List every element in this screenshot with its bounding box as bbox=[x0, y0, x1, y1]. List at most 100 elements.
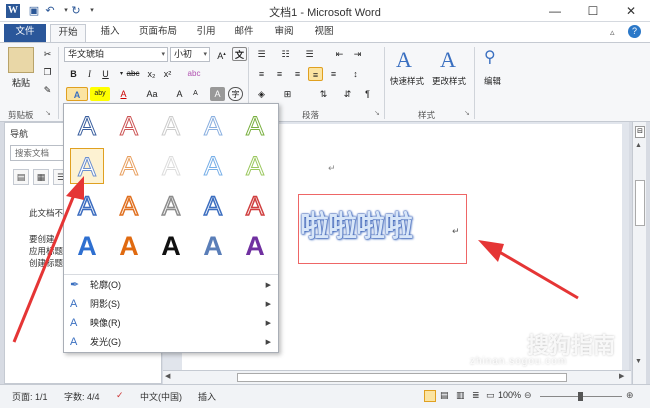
wordart-style-2-4[interactable]: A bbox=[240, 190, 270, 222]
character-shading-button[interactable]: A bbox=[210, 87, 225, 101]
word-app-icon[interactable]: W bbox=[6, 4, 20, 18]
phonetic-guide-button[interactable]: 文 bbox=[232, 47, 247, 61]
scroll-up-icon[interactable]: ▲ bbox=[635, 142, 642, 149]
page-count[interactable]: 页面: 1/1 bbox=[12, 390, 48, 403]
grow-font-icon[interactable]: A▴ bbox=[214, 47, 229, 61]
align-center-icon[interactable]: ≡ bbox=[272, 67, 287, 81]
quick-styles-icon[interactable]: A bbox=[396, 47, 412, 73]
menu-item-reflection[interactable]: A 映像(R) ▶ bbox=[64, 314, 278, 333]
quick-styles-button[interactable]: 快速样式 bbox=[390, 75, 424, 87]
outline-view-icon[interactable]: ≣ bbox=[472, 390, 480, 401]
decrease-indent-icon[interactable]: ⇤ bbox=[332, 47, 347, 61]
nav-tab-pages[interactable]: ▦ bbox=[33, 169, 49, 185]
text-effects-button[interactable]: A bbox=[66, 87, 88, 101]
tab-references[interactable]: 引用 bbox=[188, 24, 224, 42]
enclose-characters-button[interactable]: 字 bbox=[228, 87, 243, 101]
superscript-button[interactable]: x² bbox=[160, 67, 175, 81]
cut-icon[interactable]: ✂ bbox=[40, 47, 55, 61]
font-color-button[interactable]: A bbox=[116, 87, 131, 101]
tab-review[interactable]: 审阅 bbox=[266, 24, 302, 42]
show-marks-icon[interactable]: ¶ bbox=[360, 87, 375, 101]
line-spacing-icon[interactable]: ↕ bbox=[348, 67, 363, 81]
scroll-left-icon[interactable]: ◀ bbox=[165, 372, 170, 380]
ruler-toggle-icon[interactable]: ⊟ bbox=[635, 126, 645, 138]
wordart-style-2-3[interactable]: A bbox=[198, 190, 228, 222]
insert-mode[interactable]: 插入 bbox=[198, 390, 216, 403]
copy-icon[interactable]: ❐ bbox=[40, 65, 55, 79]
paste-button[interactable]: 粘贴 bbox=[12, 76, 30, 89]
wordart-text[interactable]: 啦啦啦啦 bbox=[300, 203, 413, 245]
proofing-icon[interactable]: ✓ bbox=[116, 390, 124, 401]
save-icon[interactable]: ▣ bbox=[26, 3, 42, 19]
shrink-font-button[interactable]: A bbox=[188, 87, 203, 101]
font-name-combo[interactable]: 华文琥珀 ▾ bbox=[64, 47, 168, 62]
styles-launcher-icon[interactable]: ↘ bbox=[464, 109, 470, 117]
wordart-style-0-4[interactable]: A bbox=[240, 110, 270, 142]
strikethrough-button[interactable]: abc bbox=[124, 67, 142, 81]
editing-button[interactable]: 编辑 bbox=[484, 75, 501, 87]
menu-item-glow[interactable]: A 发光(G) ▶ bbox=[64, 333, 278, 352]
find-icon[interactable]: ⚲ bbox=[484, 47, 496, 67]
wordart-style-0-3[interactable]: A bbox=[198, 110, 228, 142]
paragraph-launcher-icon[interactable]: ↘ bbox=[374, 109, 380, 117]
font-size-combo[interactable]: 小初 ▾ bbox=[170, 47, 210, 62]
wordart-style-0-1[interactable]: A bbox=[114, 110, 144, 142]
increase-indent-icon[interactable]: ⇥ bbox=[350, 47, 365, 61]
underline-button[interactable]: U bbox=[98, 67, 113, 81]
bullets-icon[interactable]: ☰ bbox=[254, 47, 269, 61]
maximize-button[interactable]: ☐ bbox=[574, 0, 612, 22]
zoom-slider-thumb[interactable] bbox=[578, 392, 583, 401]
web-layout-icon[interactable]: ▥ bbox=[456, 390, 465, 401]
paste-icon[interactable] bbox=[8, 47, 34, 73]
draft-view-icon[interactable]: ▭ bbox=[486, 390, 495, 401]
format-painter-icon[interactable]: ✎ bbox=[40, 83, 55, 97]
wordart-style-3-1[interactable]: A bbox=[114, 230, 144, 262]
wordart-style-2-2[interactable]: A bbox=[156, 190, 186, 222]
zoom-out-icon[interactable]: ⊖ bbox=[524, 390, 532, 401]
tab-file[interactable]: 文件 bbox=[4, 24, 46, 42]
wordart-style-2-0[interactable]: A bbox=[72, 190, 102, 222]
wordart-style-1-1[interactable]: A bbox=[114, 150, 144, 182]
change-styles-icon[interactable]: A bbox=[440, 47, 456, 73]
change-styles-button[interactable]: 更改样式 bbox=[432, 75, 466, 87]
change-case-button[interactable]: Aa bbox=[142, 87, 162, 101]
wordart-style-1-2[interactable]: A bbox=[156, 150, 186, 182]
tab-mailings[interactable]: 邮件 bbox=[226, 24, 262, 42]
chinese-layout-icon[interactable]: ⇅ bbox=[316, 87, 331, 101]
nav-tab-headings[interactable]: ▤ bbox=[13, 169, 29, 185]
numbering-icon[interactable]: ☷ bbox=[278, 47, 293, 61]
wordart-style-3-0[interactable]: A bbox=[72, 230, 102, 262]
close-button[interactable]: ✕ bbox=[612, 0, 650, 22]
highlight-button[interactable]: aby bbox=[90, 87, 110, 101]
align-right-icon[interactable]: ≡ bbox=[290, 67, 305, 81]
wordart-style-0-0[interactable]: A bbox=[72, 110, 102, 142]
wordart-style-1-3[interactable]: A bbox=[198, 150, 228, 182]
tab-page-layout[interactable]: 页面布局 bbox=[132, 24, 184, 42]
customize-qat-icon[interactable]: ▾ bbox=[84, 3, 100, 19]
borders-icon[interactable]: ⊞ bbox=[280, 87, 295, 101]
wordart-style-2-1[interactable]: A bbox=[114, 190, 144, 222]
minimize-ribbon-icon[interactable]: ▵ bbox=[610, 27, 615, 38]
subscript-button[interactable]: x₂ bbox=[144, 67, 159, 81]
word-count[interactable]: 字数: 4/4 bbox=[64, 390, 100, 403]
italic-button[interactable]: I bbox=[82, 67, 97, 81]
zoom-level[interactable]: 100% bbox=[498, 390, 521, 400]
tab-home[interactable]: 开始 bbox=[50, 24, 86, 42]
tab-insert[interactable]: 插入 bbox=[92, 24, 128, 42]
menu-item-outline[interactable]: ✒ 轮廓(O) ▶ bbox=[64, 276, 278, 295]
clipboard-launcher-icon[interactable]: ↘ bbox=[45, 109, 51, 117]
bold-button[interactable]: B bbox=[66, 67, 81, 81]
scroll-down-icon[interactable]: ▼ bbox=[635, 358, 642, 365]
wordart-style-3-3[interactable]: A bbox=[198, 230, 228, 262]
wordart-style-3-2[interactable]: A bbox=[156, 230, 186, 262]
align-left-icon[interactable]: ≡ bbox=[254, 67, 269, 81]
redo-icon[interactable]: ↻ bbox=[68, 3, 84, 19]
help-icon[interactable]: ? bbox=[628, 25, 641, 38]
grow-font-button[interactable]: A bbox=[172, 87, 187, 101]
undo-icon[interactable]: ↶ bbox=[42, 3, 58, 19]
print-layout-icon[interactable] bbox=[424, 390, 436, 402]
wordart-style-1-4[interactable]: A bbox=[240, 150, 270, 182]
tab-view[interactable]: 视图 bbox=[306, 24, 342, 42]
multilevel-list-icon[interactable]: ☰ bbox=[302, 47, 317, 61]
clear-formatting-icon[interactable]: abc bbox=[184, 67, 204, 81]
